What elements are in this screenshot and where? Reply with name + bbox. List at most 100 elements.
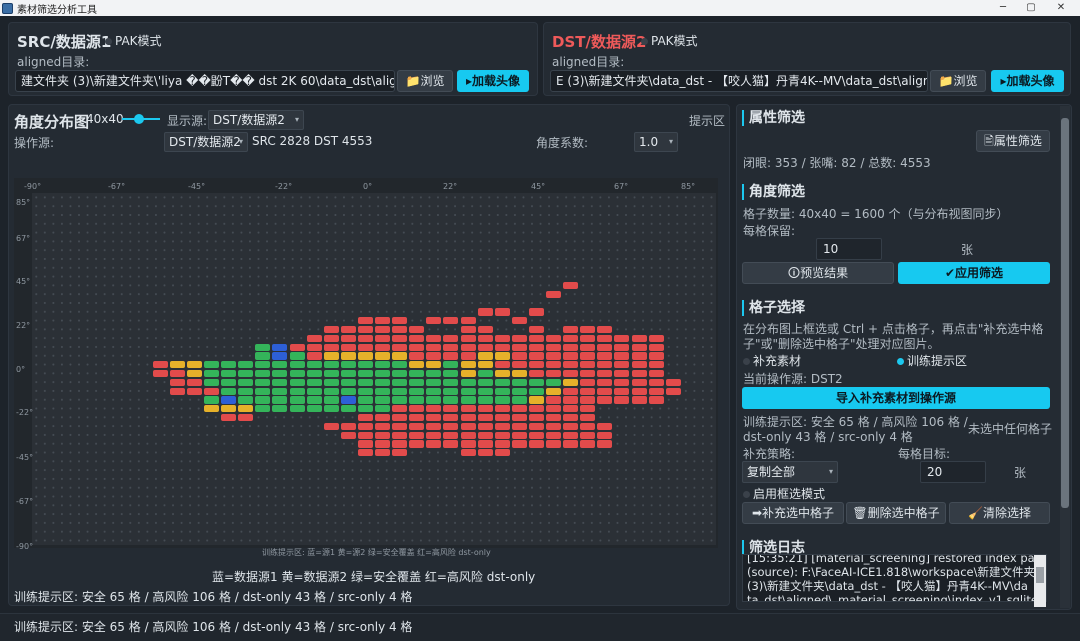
heatmap-cell[interactable] [289, 361, 305, 369]
heatmap-cell[interactable] [580, 352, 596, 360]
heatmap-cell[interactable] [357, 361, 373, 369]
heatmap-cell[interactable] [392, 387, 408, 395]
heatmap-cell[interactable] [477, 334, 493, 343]
heatmap-cell[interactable] [648, 343, 664, 351]
opt-supplement[interactable]: 补充素材 [743, 352, 801, 369]
heatmap-cell[interactable] [477, 326, 493, 334]
heatmap-cell[interactable] [528, 431, 544, 439]
heatmap-cell[interactable] [392, 334, 408, 343]
heatmap-cell[interactable] [306, 352, 322, 360]
heatmap-cell[interactable] [460, 326, 476, 334]
heatmap-cell[interactable] [580, 334, 596, 343]
heatmap-cell[interactable] [340, 405, 356, 413]
heatmap-cell[interactable] [494, 440, 510, 448]
heatmap-cell[interactable] [580, 370, 596, 378]
heatmap-cell[interactable] [631, 396, 647, 404]
heatmap-cell[interactable] [563, 352, 579, 360]
heatmap-cell[interactable] [392, 352, 408, 360]
heatmap-cell[interactable] [272, 387, 288, 395]
clear-selection-button[interactable]: 🧹清除选择 [949, 502, 1050, 524]
heatmap-cell[interactable] [597, 396, 613, 404]
heatmap-cell[interactable] [238, 387, 254, 395]
fill-selected-button[interactable]: ➡补充选中格子 [742, 502, 844, 524]
heatmap-cell[interactable] [375, 431, 391, 439]
heatmap-cell[interactable] [255, 370, 271, 378]
heatmap-cell[interactable] [392, 405, 408, 413]
heatmap-cell[interactable] [597, 343, 613, 351]
heatmap-cell[interactable] [375, 405, 391, 413]
heatmap-cell[interactable] [563, 387, 579, 395]
heatmap-cell[interactable] [648, 387, 664, 395]
display-src-select[interactable]: DST/数据源2 ▾ [208, 110, 304, 130]
heatmap-cell[interactable] [255, 361, 271, 369]
heatmap-cell[interactable] [409, 396, 425, 404]
heatmap-cell[interactable] [614, 396, 630, 404]
heatmap-cell[interactable] [511, 440, 527, 448]
heatmap-cell[interactable] [392, 431, 408, 439]
heatmap-cell[interactable] [443, 378, 459, 387]
heatmap-cell[interactable] [597, 378, 613, 387]
heatmap-cell[interactable] [614, 352, 630, 360]
heatmap-cell[interactable] [357, 378, 373, 387]
heatmap-cell[interactable] [546, 431, 562, 439]
heatmap-cell[interactable] [477, 308, 493, 316]
heatmap-cell[interactable] [204, 370, 220, 378]
heatmap-cell[interactable] [221, 396, 237, 404]
heatmap-cell[interactable] [375, 352, 391, 360]
heatmap-cell[interactable] [426, 440, 442, 448]
heatmap-cell[interactable] [460, 334, 476, 343]
keep-input[interactable]: 10 [816, 238, 882, 260]
heatmap-cell[interactable] [511, 352, 527, 360]
dst-load-button[interactable]: ▸加载头像 [991, 70, 1064, 92]
heatmap-cell[interactable] [238, 378, 254, 387]
heatmap-cell[interactable] [563, 370, 579, 378]
heatmap-cell[interactable] [357, 326, 373, 334]
heatmap-cell[interactable] [323, 405, 339, 413]
heatmap-cell[interactable] [494, 422, 510, 431]
strategy-select[interactable]: 复制全部 ▾ [742, 461, 838, 483]
heatmap-cell[interactable] [409, 334, 425, 343]
heatmap-cell[interactable] [426, 343, 442, 351]
heatmap-cell[interactable] [306, 361, 322, 369]
heatmap-cell[interactable] [563, 343, 579, 351]
heatmap-cell[interactable] [426, 317, 442, 325]
heatmap-cell[interactable] [340, 352, 356, 360]
heatmap-cell[interactable] [477, 431, 493, 439]
heatmap-cell[interactable] [409, 326, 425, 334]
heatmap-cell[interactable] [460, 370, 476, 378]
heatmap-cell[interactable] [546, 370, 562, 378]
opt-train[interactable]: 训练提示区 [897, 352, 967, 369]
heatmap-cell[interactable] [306, 405, 322, 413]
heatmap-cell[interactable] [426, 387, 442, 395]
heatmap-cell[interactable] [477, 361, 493, 369]
heatmap-cell[interactable] [375, 414, 391, 422]
heatmap-cell[interactable] [494, 308, 510, 316]
heatmap-cell[interactable] [152, 361, 168, 369]
heatmap-cell[interactable] [563, 405, 579, 413]
heatmap-cell[interactable] [426, 414, 442, 422]
heatmap-cell[interactable] [563, 414, 579, 422]
heatmap-cell[interactable] [392, 370, 408, 378]
heatmap-cell[interactable] [546, 396, 562, 404]
heatmap-cell[interactable] [477, 387, 493, 395]
heatmap-cell[interactable] [186, 387, 202, 395]
heatmap-cell[interactable] [477, 449, 493, 457]
heatmap-cell[interactable] [375, 361, 391, 369]
heatmap-cell[interactable] [289, 352, 305, 360]
dst-path-input[interactable]: E (3)\新建文件夹\data_dst - 【咬人猫】丹青4K--MV\dat… [550, 70, 928, 92]
heatmap-cell[interactable] [477, 370, 493, 378]
heatmap-cell[interactable] [511, 387, 527, 395]
heatmap-cell[interactable] [597, 370, 613, 378]
heatmap-cell[interactable] [340, 422, 356, 431]
heatmap-cell[interactable] [426, 422, 442, 431]
import-button[interactable]: 导入补充素材到操作源 [742, 387, 1050, 409]
heatmap-cell[interactable] [204, 361, 220, 369]
heatmap-cell[interactable] [494, 449, 510, 457]
heatmap-cell[interactable] [511, 414, 527, 422]
heatmap-cell[interactable] [528, 378, 544, 387]
heatmap-cell[interactable] [375, 343, 391, 351]
heatmap-cell[interactable] [443, 370, 459, 378]
heatmap-cell[interactable] [357, 370, 373, 378]
heatmap-cell[interactable] [631, 378, 647, 387]
heatmap-cell[interactable] [340, 387, 356, 395]
